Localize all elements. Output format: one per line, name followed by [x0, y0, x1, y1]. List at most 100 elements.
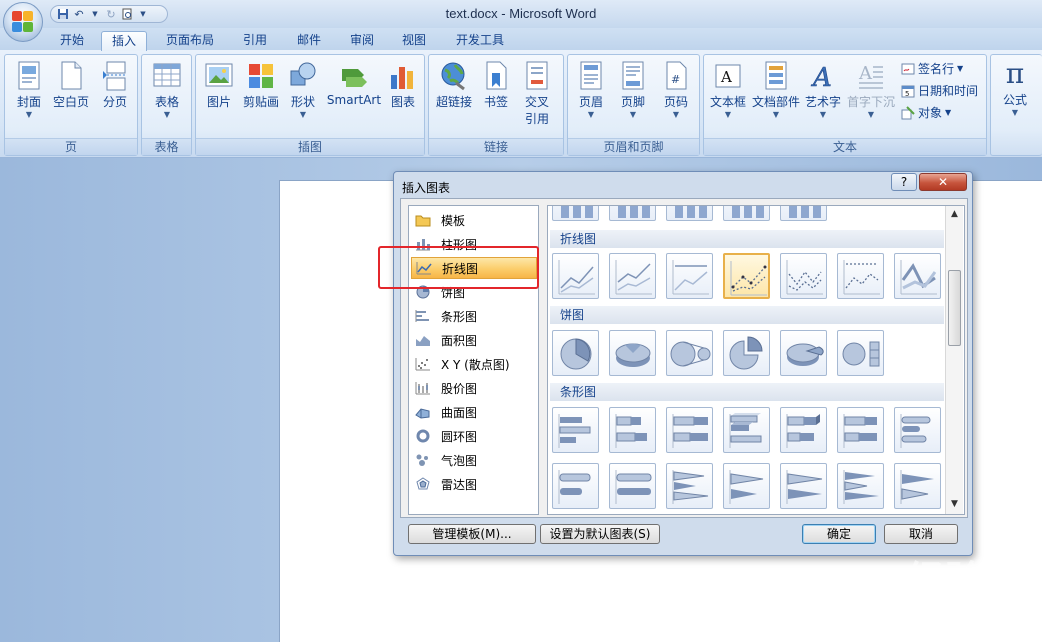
gallery-scrollbar[interactable]: ▲ ▼ — [945, 206, 963, 514]
chart-thumbnail-pie-of-pie[interactable] — [666, 330, 713, 376]
clipart-button[interactable]: 剪贴画 — [239, 61, 283, 110]
dropdown-arrow-icon[interactable]: ▼ — [137, 8, 149, 20]
tab-references[interactable]: 引用 — [232, 31, 278, 51]
drop-cap-button[interactable]: A 首字下沉 ▼ — [845, 61, 897, 120]
chart-thumbnail-column-3d[interactable] — [609, 206, 656, 221]
shapes-button[interactable]: 形状 ▼ — [285, 61, 321, 120]
area-chart-icon — [415, 333, 431, 347]
dropdown-arrow-icon: ▼ — [25, 110, 33, 119]
chart-thumbnail-3d-line[interactable] — [894, 253, 941, 299]
table-button[interactable]: 表格 ▼ — [148, 61, 186, 120]
wordart-button[interactable]: A 艺术字 ▼ — [803, 61, 843, 120]
chart-thumbnail-exploded-3d-pie[interactable] — [780, 330, 827, 376]
category-item-bubble[interactable]: 气泡图 — [411, 449, 537, 471]
tab-view[interactable]: 视图 — [391, 31, 437, 51]
chart-thumbnail-stacked-horizontal-pyramid[interactable] — [894, 463, 941, 509]
date-time-button[interactable]: 5 日期和时间 — [901, 82, 978, 99]
help-button[interactable]: ? — [891, 173, 917, 191]
print-preview-icon[interactable] — [121, 8, 133, 20]
chart-thumbnail-100-stacked-bar[interactable] — [666, 407, 713, 453]
chart-thumbnail-clustered-horizontal-cone[interactable] — [666, 463, 713, 509]
signature-line-button[interactable]: 签名行 ▼ — [901, 60, 963, 77]
group-header-footer: 页眉 ▼ 页脚 ▼ # 页码 ▼ 页眉和页脚 — [567, 54, 700, 156]
picture-button[interactable]: 图片 — [201, 61, 237, 110]
chart-thumbnail-column-3d[interactable] — [780, 206, 827, 221]
svg-text:#: # — [671, 73, 680, 86]
chart-thumbnail-stacked-bar[interactable] — [609, 407, 656, 453]
category-item-surface[interactable]: 曲面图 — [411, 401, 537, 423]
bookmark-button[interactable]: 书签 — [479, 61, 513, 110]
scroll-down-icon[interactable]: ▼ — [948, 498, 961, 511]
chart-thumbnail-3d-pie[interactable] — [609, 330, 656, 376]
textbox-button[interactable]: A 文本框 ▼ — [707, 61, 749, 120]
chart-thumbnail-100-stacked-line[interactable] — [666, 253, 713, 299]
footer-button[interactable]: 页脚 ▼ — [615, 61, 651, 120]
chart-thumbnail-exploded-pie[interactable] — [723, 330, 770, 376]
chart-thumbnail-100-stacked-line-with-markers[interactable] — [837, 253, 884, 299]
dropdown-arrow-icon[interactable]: ▼ — [89, 8, 101, 20]
category-item-scatter[interactable]: X Y (散点图) — [411, 353, 537, 375]
page-break-button[interactable]: 分页 — [97, 61, 133, 110]
header-icon — [577, 61, 605, 91]
office-button[interactable] — [3, 2, 43, 42]
tab-review[interactable]: 审阅 — [339, 31, 385, 51]
wordart-icon: A — [809, 61, 837, 94]
chart-thumbnail-clustered-horizontal-cylinder[interactable] — [894, 407, 941, 453]
quick-parts-button[interactable]: 文档部件 ▼ — [751, 61, 801, 120]
tab-developer[interactable]: 开发工具 — [446, 31, 514, 51]
object-button[interactable]: 对象 ▼ — [901, 104, 951, 121]
chart-thumbnail-bar-of-pie[interactable] — [837, 330, 884, 376]
chart-thumbnail-column-3d[interactable] — [552, 206, 599, 221]
tab-page-layout[interactable]: 页面布局 — [156, 31, 224, 51]
chart-button[interactable]: 图表 — [386, 61, 420, 110]
save-icon[interactable] — [57, 8, 69, 20]
category-item-area[interactable]: 面积图 — [411, 329, 537, 351]
tab-insert[interactable]: 插入 — [101, 31, 147, 51]
folder-icon — [415, 213, 431, 227]
chart-thumbnail-pie[interactable] — [552, 330, 599, 376]
chart-thumbnail-column-3d[interactable] — [666, 206, 713, 221]
chart-thumbnail-100-stacked-horizontal-cylinder[interactable] — [609, 463, 656, 509]
hyperlink-button[interactable]: 超链接 — [433, 61, 475, 110]
chart-thumbnail-3d-stacked-bar[interactable] — [780, 407, 827, 453]
tab-mailings[interactable]: 邮件 — [286, 31, 332, 51]
smartart-button[interactable]: SmartArt — [323, 61, 385, 107]
redo-icon[interactable]: ↻ — [105, 8, 117, 21]
undo-icon[interactable]: ↶ — [73, 8, 85, 21]
group-label: 表格 — [142, 138, 191, 155]
category-item-stock[interactable]: 股价图 — [411, 377, 537, 399]
chart-thumbnail-stacked-horizontal-cone[interactable] — [723, 463, 770, 509]
chart-thumbnail-clustered-horizontal-pyramid[interactable] — [837, 463, 884, 509]
chart-thumbnail-line[interactable] — [552, 253, 599, 299]
chart-thumbnail-100-stacked-horizontal-cone[interactable] — [780, 463, 827, 509]
manage-templates-button[interactable]: 管理模板(M)... — [408, 524, 536, 544]
chart-thumbnail-line-with-markers[interactable] — [723, 253, 770, 299]
header-button[interactable]: 页眉 ▼ — [573, 61, 609, 120]
object-icon — [901, 105, 915, 120]
blank-page-button[interactable]: 空白页 — [49, 61, 93, 110]
chart-thumbnail-stacked-line-with-markers[interactable] — [780, 253, 827, 299]
scroll-up-icon[interactable]: ▲ — [948, 208, 961, 221]
dropdown-arrow-icon: ▼ — [1011, 108, 1019, 117]
category-item-doughnut[interactable]: 圆环图 — [411, 425, 537, 447]
chart-thumbnail-column-3d[interactable] — [723, 206, 770, 221]
scroll-thumb[interactable] — [948, 270, 961, 346]
category-item-radar[interactable]: 雷达图 — [411, 473, 537, 495]
chart-thumbnail-3d-100-stacked-bar[interactable] — [837, 407, 884, 453]
tab-home[interactable]: 开始 — [48, 31, 96, 51]
set-default-chart-button[interactable]: 设置为默认图表(S) — [540, 524, 660, 544]
close-button[interactable]: ✕ — [919, 173, 967, 191]
equation-button[interactable]: π 公式 ▼ — [995, 59, 1035, 118]
cross-reference-button[interactable]: 交叉 引用 — [519, 61, 555, 127]
category-item-templates[interactable]: 模板 — [411, 209, 537, 231]
category-item-bar[interactable]: 条形图 — [411, 305, 537, 327]
chart-thumbnail-3d-clustered-bar[interactable] — [723, 407, 770, 453]
group-label: 插图 — [196, 138, 424, 155]
chart-thumbnail-stacked-horizontal-cylinder[interactable] — [552, 463, 599, 509]
page-number-button[interactable]: # 页码 ▼ — [658, 61, 694, 120]
chart-thumbnail-clustered-bar[interactable] — [552, 407, 599, 453]
cover-page-button[interactable]: 封面 ▼ — [11, 61, 47, 120]
chart-thumbnail-stacked-line[interactable] — [609, 253, 656, 299]
quick-parts-icon — [762, 61, 790, 91]
shapes-icon — [289, 61, 317, 91]
